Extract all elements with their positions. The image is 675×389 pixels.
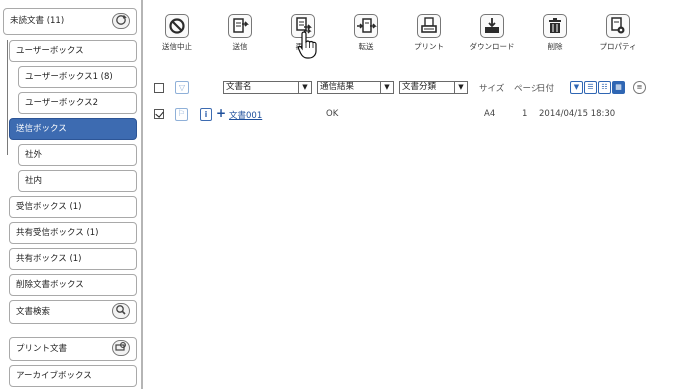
button-label: プリント xyxy=(414,42,444,51)
list-view-icon[interactable]: ☰ xyxy=(584,81,597,94)
sidebar-item-shared-box[interactable]: 共有ボックス (1) xyxy=(9,248,137,270)
detail-view-icon[interactable]: ☷ xyxy=(598,81,611,94)
properties-icon xyxy=(606,14,630,38)
button-label: 削除 xyxy=(547,42,563,51)
chevron-down-icon: ▼ xyxy=(298,81,311,94)
select-value: 文書名 xyxy=(226,82,252,92)
print-button[interactable]: プリント xyxy=(399,14,459,60)
sidebar-item-receive-box[interactable]: 受信ボックス (1) xyxy=(9,196,137,218)
sidebar-item-send-box[interactable]: 送信ボックス xyxy=(9,118,137,140)
sidebar-item-print-doc[interactable]: プリント文書 xyxy=(9,337,137,361)
sidebar-item-label: 送信ボックス xyxy=(16,124,67,134)
list-header: ▽ 文書名 ▼ 通信結果 ▼ 文書分類 ▼ サイズ ページ 日付 ▼ ☰ ☷ ▦… xyxy=(143,80,675,97)
sidebar-item-user-box-1[interactable]: ユーザーボックス1 (8) xyxy=(18,66,137,88)
flag-icon[interactable]: ⚐ xyxy=(175,108,188,121)
printer-icon xyxy=(417,14,441,38)
cancel-icon xyxy=(165,14,189,38)
table-row[interactable]: ⚐ i + 文書001 OK A4 1 2014/04/15 18:30 xyxy=(143,106,675,123)
button-label: プロパティ xyxy=(599,42,637,51)
delete-button[interactable]: 削除 xyxy=(525,14,585,60)
row-checkbox[interactable] xyxy=(154,109,164,119)
sidebar-item-doc-search[interactable]: 文書検索 xyxy=(9,300,137,324)
cancel-send-button[interactable]: 送信中止 xyxy=(147,14,207,60)
sort-toggle-icon[interactable]: ▼ xyxy=(570,81,583,94)
sort-send-result-select[interactable]: 通信結果 ▼ xyxy=(317,81,394,94)
sidebar-item-archive-box[interactable]: アーカイブボックス xyxy=(9,365,137,387)
search-icon[interactable] xyxy=(112,303,130,319)
hand-cursor-icon xyxy=(297,31,317,59)
button-label: 送信中止 xyxy=(162,42,192,51)
refresh-icon[interactable] xyxy=(112,13,130,29)
document-link[interactable]: 文書001 xyxy=(229,109,262,121)
print-search-icon[interactable] xyxy=(112,340,130,356)
select-all-checkbox[interactable] xyxy=(154,83,164,93)
sidebar-item-internal[interactable]: 社内 xyxy=(18,170,137,192)
toolbar: 送信中止 送信 再送 転送 プリント ダウンロード 削除 xyxy=(143,0,675,62)
send-button[interactable]: 送信 xyxy=(210,14,270,60)
tree-line xyxy=(7,40,8,155)
column-header-size: サイズ xyxy=(479,84,505,94)
pages-cell: 1 xyxy=(522,109,528,119)
sidebar-item-external[interactable]: 社外 xyxy=(18,144,137,166)
sort-doc-name-select[interactable]: 文書名 ▼ xyxy=(223,81,312,94)
button-label: 送信 xyxy=(232,42,248,51)
sidebar-item-label: 受信ボックス (1) xyxy=(16,202,82,212)
sidebar-item-label: 削除文書ボックス xyxy=(16,280,84,290)
sort-doc-class-select[interactable]: 文書分類 ▼ xyxy=(399,81,468,94)
sidebar-item-label: 社内 xyxy=(25,176,43,186)
sidebar-item-label: ユーザーボックス xyxy=(16,46,84,56)
date-cell: 2014/04/15 18:30 xyxy=(539,109,616,119)
sidebar-item-label: ユーザーボックス1 (8) xyxy=(25,72,113,82)
sidebar-item-label: ユーザーボックス2 xyxy=(25,98,98,108)
sidebar-item-deleted-box[interactable]: 削除文書ボックス xyxy=(9,274,137,296)
sidebar-item-label: アーカイブボックス xyxy=(16,371,92,381)
select-value: 文書分類 xyxy=(402,82,437,92)
download-icon xyxy=(480,14,504,38)
button-label: 転送 xyxy=(358,42,374,51)
column-header-date: 日付 xyxy=(537,84,555,94)
thumbnail-view-icon[interactable]: ▦ xyxy=(612,81,625,94)
expand-plus-icon[interactable]: + xyxy=(216,106,226,120)
trash-icon xyxy=(543,14,567,38)
chevron-down-icon: ▼ xyxy=(454,81,467,94)
chevron-down-icon: ▼ xyxy=(380,81,393,94)
sidebar-item-label: 未読文書 (11) xyxy=(10,16,65,26)
size-cell: A4 xyxy=(484,109,496,119)
sidebar-item-label: 共有受信ボックス (1) xyxy=(16,228,99,238)
select-value: 通信結果 xyxy=(320,82,355,92)
forward-button[interactable]: 転送 xyxy=(336,14,396,60)
sidebar-item-label: 文書検索 xyxy=(16,307,51,317)
send-result-cell: OK xyxy=(326,109,339,119)
sidebar-item-unread[interactable]: 未読文書 (11) xyxy=(3,8,137,35)
settings-icon[interactable]: ≡ xyxy=(633,81,646,94)
download-button[interactable]: ダウンロード xyxy=(462,14,522,60)
send-doc-icon xyxy=(228,14,252,38)
sidebar-item-user-box-2[interactable]: ユーザーボックス2 xyxy=(18,92,137,114)
column-header-page: ページ xyxy=(514,84,540,94)
info-icon[interactable]: i xyxy=(200,108,212,121)
button-label: ダウンロード xyxy=(469,42,515,51)
sidebar-item-label: 共有ボックス (1) xyxy=(16,254,82,264)
sidebar-item-shared-receive-box[interactable]: 共有受信ボックス (1) xyxy=(9,222,137,244)
sidebar-item-label: プリント文書 xyxy=(16,344,68,354)
sidebar: 未読文書 (11) ユーザーボックス ユーザーボックス1 (8) ユーザーボック… xyxy=(0,0,141,389)
filter-icon[interactable]: ▽ xyxy=(175,81,189,94)
properties-button[interactable]: プロパティ xyxy=(588,14,648,60)
forward-doc-icon xyxy=(354,14,378,38)
sidebar-item-user-box[interactable]: ユーザーボックス xyxy=(9,40,137,62)
sidebar-item-label: 社外 xyxy=(25,150,43,160)
